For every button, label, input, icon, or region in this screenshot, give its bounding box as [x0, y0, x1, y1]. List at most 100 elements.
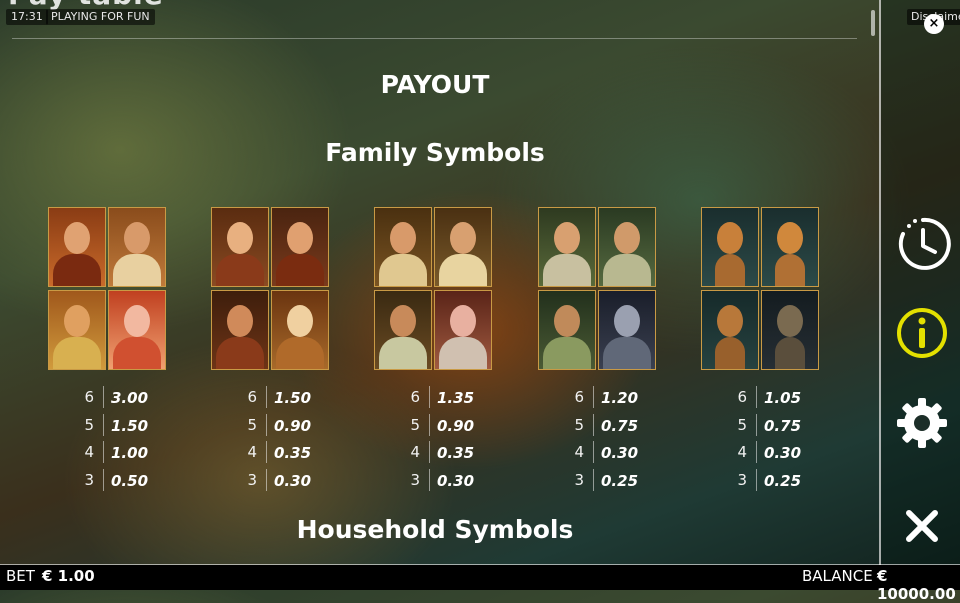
daughter-symbol-tile — [538, 207, 596, 287]
mother-symbol-tile — [271, 207, 329, 287]
pay-count: 3 — [737, 470, 747, 489]
symbol-group-son — [374, 207, 494, 372]
father-symbol-tile — [48, 207, 106, 287]
clock-badge: 17:31 — [6, 9, 48, 25]
symbol-group-dog — [701, 207, 821, 372]
pay-row: 3 0.25 — [701, 468, 802, 497]
daughter-symbol-tile — [598, 207, 656, 287]
mother-symbol-tile — [211, 207, 269, 287]
pay-count: 4 — [410, 443, 420, 461]
pay-value: 0.90 — [274, 416, 312, 435]
info-icon[interactable] — [895, 306, 949, 360]
son-symbol-tile — [374, 207, 432, 287]
pay-row: 5 0.75 — [538, 413, 639, 442]
pay-count: 5 — [574, 415, 584, 434]
dog-symbol-tile — [701, 290, 759, 370]
daughter-symbol-tile — [598, 290, 656, 370]
pay-table-daughter: 6 1.20 5 0.75 4 0.30 3 0.25 — [538, 386, 638, 496]
mother-symbol-tile — [211, 290, 269, 370]
pay-row: 3 0.50 — [48, 468, 149, 497]
mother-symbol-tile — [271, 290, 329, 370]
header-divider — [12, 38, 857, 39]
son-symbol-tile — [374, 290, 432, 370]
father-symbol-tile — [108, 290, 166, 370]
pay-row: 3 0.25 — [538, 468, 639, 497]
dog-symbol-tile — [701, 207, 759, 287]
pay-table-father: 6 3.00 5 1.50 4 1.00 3 0.50 — [48, 386, 148, 496]
pay-value: 1.20 — [601, 389, 639, 407]
disclaimer-close-button[interactable]: × — [924, 14, 944, 34]
pay-count: 6 — [84, 388, 94, 406]
pay-count: 6 — [737, 388, 747, 406]
pay-value: 0.35 — [437, 444, 475, 462]
pay-value: 1.05 — [764, 389, 802, 407]
pay-value: 0.30 — [601, 444, 639, 462]
pay-row: 6 1.05 — [701, 386, 801, 414]
pay-count: 5 — [737, 415, 747, 434]
dog-symbol-tile — [761, 207, 819, 287]
father-symbol-tile — [108, 207, 166, 287]
pay-row: 6 1.35 — [374, 386, 474, 414]
pay-value: 0.35 — [274, 444, 312, 462]
close-icon[interactable] — [904, 508, 940, 544]
pay-row: 5 0.75 — [701, 413, 801, 442]
pay-row: 4 0.30 — [701, 441, 801, 469]
pay-count: 5 — [410, 415, 420, 434]
pay-value: 0.25 — [764, 471, 802, 490]
symbol-group-daughter — [538, 207, 658, 372]
pay-count: 4 — [574, 443, 584, 461]
pay-row: 3 0.30 — [374, 468, 475, 497]
pay-table-mother: 6 1.50 5 0.90 4 0.35 3 0.30 — [211, 386, 311, 496]
pay-value: 0.50 — [111, 471, 149, 490]
dog-symbol-tile — [761, 290, 819, 370]
pay-row: 3 0.30 — [211, 468, 312, 497]
household-symbols-heading: Household Symbols — [296, 515, 574, 544]
side-menu — [881, 0, 960, 565]
bet-label: BET — [6, 567, 35, 585]
pay-value: 1.00 — [111, 444, 149, 462]
pay-count: 3 — [574, 470, 584, 489]
pay-value: 1.50 — [274, 389, 312, 407]
pay-table-dog: 6 1.05 5 0.75 4 0.30 3 0.25 — [701, 386, 801, 496]
pay-count: 6 — [410, 388, 420, 406]
pay-value: 0.30 — [274, 471, 312, 490]
pay-row: 6 1.50 — [211, 386, 311, 414]
pay-count: 3 — [84, 470, 94, 489]
bet-value: € 1.00 — [42, 567, 95, 585]
scrollbar[interactable] — [871, 10, 875, 36]
daughter-symbol-tile — [538, 290, 596, 370]
pay-count: 5 — [84, 415, 94, 434]
history-icon[interactable] — [895, 212, 951, 272]
pay-row: 5 0.90 — [374, 413, 475, 442]
symbol-group-mother — [211, 207, 331, 372]
son-symbol-tile — [434, 290, 492, 370]
pay-value: 0.90 — [437, 416, 475, 435]
pay-value: 0.30 — [437, 471, 475, 490]
pay-value: 0.25 — [601, 471, 639, 490]
pay-value: 0.75 — [601, 416, 639, 435]
pay-count: 3 — [410, 470, 420, 489]
father-symbol-tile — [48, 290, 106, 370]
pay-count: 6 — [247, 388, 257, 406]
pay-row: 5 0.90 — [211, 413, 312, 442]
pay-row: 4 0.35 — [374, 441, 474, 469]
pay-count: 5 — [247, 415, 257, 434]
footer-bar: BET € 1.00 BALANCE € 10000.00 — [0, 565, 960, 603]
pay-count: 4 — [737, 443, 747, 461]
pay-row: 4 1.00 — [48, 441, 148, 469]
payout-heading: PAYOUT — [380, 70, 490, 99]
symbol-group-father — [48, 207, 168, 372]
pay-row: 6 1.20 — [538, 386, 638, 414]
pay-row: 6 3.00 — [48, 386, 148, 414]
side-menu-divider — [879, 0, 881, 565]
settings-icon[interactable] — [895, 396, 949, 450]
pay-value: 0.30 — [764, 444, 802, 462]
pay-value: 1.50 — [111, 416, 149, 435]
mode-badge: PLAYING FOR FUN — [46, 9, 155, 25]
pay-table-son: 6 1.35 5 0.90 4 0.35 3 0.30 — [374, 386, 474, 496]
son-symbol-tile — [434, 207, 492, 287]
balance-value: € 10000.00 — [877, 567, 956, 603]
pay-value: 1.35 — [437, 389, 475, 407]
pay-count: 4 — [247, 443, 257, 461]
family-symbols-heading: Family Symbols — [325, 138, 545, 167]
